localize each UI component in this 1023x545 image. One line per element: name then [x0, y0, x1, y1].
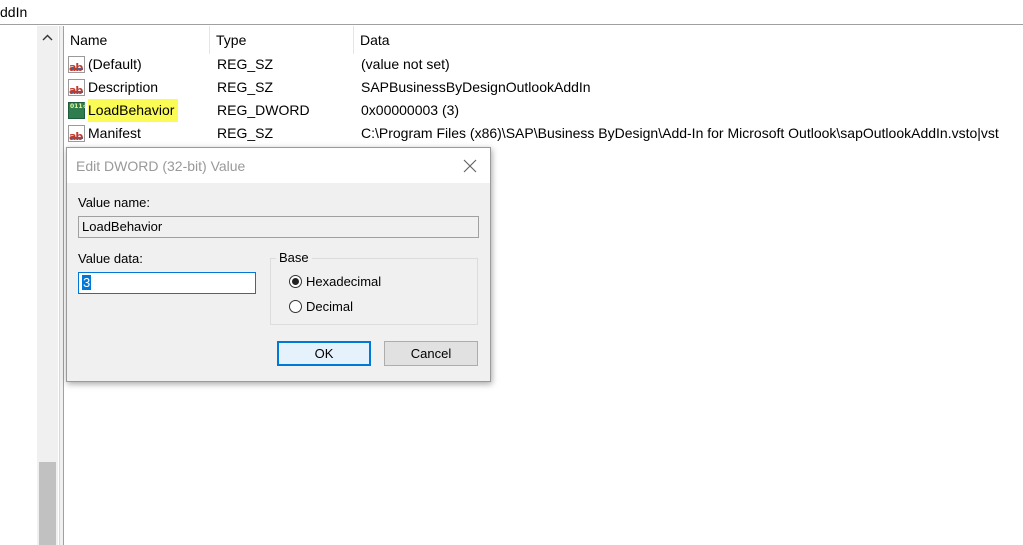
cancel-button[interactable]: Cancel	[384, 341, 478, 366]
close-icon[interactable]	[460, 156, 480, 176]
value-data: (value not set)	[361, 56, 450, 72]
value-data: SAPBusinessByDesignOutlookAddIn	[361, 79, 591, 95]
table-row[interactable]: Description REG_SZ SAPBusinessByDesignOu…	[64, 76, 1023, 102]
address-bar[interactable]: ddIn	[0, 0, 1023, 25]
value-type: REG_SZ	[217, 79, 274, 95]
string-value-icon	[68, 125, 85, 148]
scroll-up-arrow-icon[interactable]	[37, 26, 58, 48]
radio-hexadecimal[interactable]: Hexadecimal	[289, 274, 381, 289]
column-header-type[interactable]: Type	[210, 26, 354, 54]
value-type: REG_DWORD	[217, 102, 310, 118]
value-data: 0x00000003 (3)	[361, 102, 460, 118]
base-groupbox	[270, 258, 478, 325]
scroll-thumb[interactable]	[39, 462, 56, 545]
table-row[interactable]: LoadBehavior REG_DWORD 0x00000003 (3)	[64, 99, 1023, 122]
string-value-icon	[68, 56, 85, 79]
dword-value-icon	[68, 102, 87, 119]
value-name-field[interactable]: LoadBehavior	[78, 216, 479, 238]
column-header-name[interactable]: Name	[64, 26, 210, 54]
base-label: Base	[276, 250, 312, 265]
radio-unselected-icon	[289, 300, 302, 313]
value-name-label: Value name:	[78, 195, 151, 210]
string-value-icon	[68, 79, 85, 102]
value-data-selected-text: 3	[82, 275, 92, 290]
tree-scrollbar[interactable]	[37, 26, 58, 545]
value-type: REG_SZ	[217, 125, 274, 141]
table-row[interactable]: (Default) REG_SZ (value not set)	[64, 53, 1023, 79]
value-data: C:\Program Files (x86)\SAP\Business ByDe…	[361, 125, 999, 141]
value-name: (Default)	[88, 56, 142, 72]
dialog-title: Edit DWORD (32-bit) Value	[76, 158, 246, 174]
value-data-label: Value data:	[78, 251, 143, 266]
table-row[interactable]: Manifest REG_SZ C:\Program Files (x86)\S…	[64, 122, 1023, 148]
value-type: REG_SZ	[217, 56, 274, 72]
value-data-input[interactable]: 3	[78, 272, 256, 294]
address-text: ddIn	[0, 4, 28, 20]
edit-dword-dialog: Edit DWORD (32-bit) Value Value name: Lo…	[66, 147, 491, 382]
ok-button[interactable]: OK	[277, 341, 371, 366]
value-name: Description	[88, 79, 159, 95]
radio-decimal[interactable]: Decimal	[289, 299, 353, 314]
value-name: LoadBehavior	[88, 99, 179, 122]
value-name: Manifest	[88, 125, 141, 141]
column-header-data[interactable]: Data	[354, 26, 1023, 54]
radio-selected-icon	[289, 275, 302, 288]
dialog-titlebar[interactable]: Edit DWORD (32-bit) Value	[67, 148, 490, 183]
